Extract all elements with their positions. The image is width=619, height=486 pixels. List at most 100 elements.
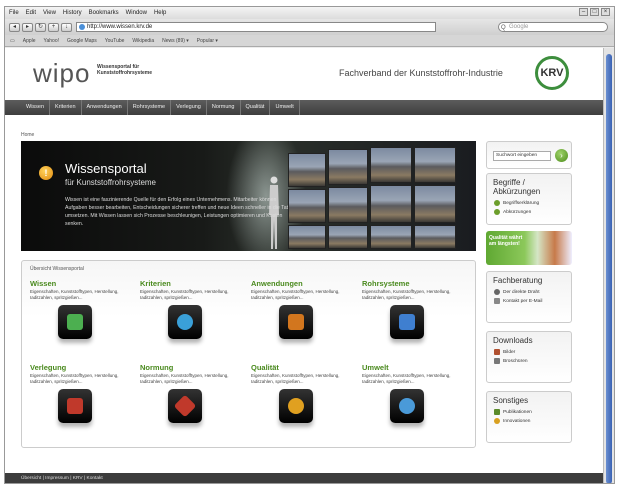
nav-anwendungen[interactable]: Anwendungen — [82, 100, 128, 115]
breadcrumb[interactable]: Home — [21, 132, 34, 138]
maximize-icon[interactable]: □ — [590, 8, 599, 16]
category-wissen[interactable]: Wissen Eigenschaften, Kunststofftypen, H… — [30, 279, 140, 359]
link-images[interactable]: Bilder — [487, 348, 571, 357]
address-bar[interactable]: http://www.wissen.krv.de — [76, 22, 436, 32]
quality-banner[interactable]: Qualität währt am längsten! — [486, 231, 572, 265]
site-icon — [79, 24, 85, 30]
link-email-contact[interactable]: Kontakt per E-Mail — [487, 297, 571, 306]
nav-rohrsysteme[interactable]: Rohrsysteme — [128, 100, 172, 115]
category-desc: Eigenschaften, Kunststofftypen, Herstell… — [140, 373, 229, 384]
logo-subtitle-line2: Kunststoffrohrsysteme — [97, 70, 153, 76]
misc-title: Sonstiges — [493, 396, 529, 405]
web-page: wipo Wissensportal für Kunststoffrohrsys… — [5, 48, 605, 483]
link-label: Broschüren — [503, 359, 528, 364]
bookmark-news[interactable]: News (89) ▾ — [162, 38, 189, 44]
close-icon[interactable]: × — [601, 8, 610, 16]
link-label: Abkürzungen — [503, 210, 532, 215]
back-icon[interactable]: ◂ — [9, 22, 20, 32]
bookmark-popular[interactable]: Popular ▾ — [197, 38, 218, 44]
search-go-icon[interactable]: › — [555, 149, 568, 162]
menu-file[interactable]: File — [9, 10, 19, 16]
link-direct-line[interactable]: Der direkte Draht — [487, 288, 571, 297]
hero-text: Wissen ist eine faszinierende Quelle für… — [65, 197, 289, 227]
category-title[interactable]: Qualität — [251, 363, 361, 372]
category-verlegung[interactable]: Verlegung Eigenschaften, Kunststofftypen… — [30, 363, 140, 443]
menu-history[interactable]: History — [63, 10, 82, 16]
vertical-scrollbar[interactable] — [603, 48, 614, 483]
category-rohrsysteme[interactable]: Rohrsysteme Eigenschaften, Kunststofftyp… — [362, 279, 472, 359]
site-footer[interactable]: Übersicht | Impressum | KRV | Kontakt — [5, 473, 605, 483]
link-brochures[interactable]: Broschüren — [487, 357, 571, 366]
scrollbar-thumb[interactable] — [606, 54, 612, 483]
bookmark-wikipedia[interactable]: Wikipedia — [132, 38, 154, 44]
link-label: Der direkte Draht — [503, 290, 540, 295]
category-title[interactable]: Verlegung — [30, 363, 140, 372]
link-publications[interactable]: Publikationen — [487, 408, 571, 417]
info-icon: ! — [39, 166, 53, 180]
category-title[interactable]: Normung — [140, 363, 250, 372]
browser-search-input[interactable]: Q Google — [498, 22, 608, 32]
category-desc: Eigenschaften, Kunststofftypen, Herstell… — [140, 289, 229, 300]
main-nav: Wissen Kriterien Anwendungen Rohrsysteme… — [5, 100, 605, 115]
krv-logo[interactable]: KRV — [535, 56, 569, 90]
nav-qualitaet[interactable]: Qualität — [241, 100, 271, 115]
browser-toolbar: ◂ ▸ ↻ + ↓ http://www.wissen.krv.de Q Goog… — [5, 19, 614, 35]
terms-title: Begriffe / Abkürzungen — [493, 178, 541, 196]
standards-icon[interactable] — [168, 389, 202, 423]
earth-icon[interactable] — [390, 389, 424, 423]
browser-window: File Edit View History Bookmarks Window … — [4, 6, 615, 484]
nav-umwelt[interactable]: Umwelt — [270, 100, 300, 115]
nav-wissen[interactable]: Wissen — [21, 100, 51, 115]
nav-kriterien[interactable]: Kriterien — [50, 100, 82, 115]
category-normung[interactable]: Normung Eigenschaften, Kunststofftypen, … — [140, 363, 250, 443]
menu-bookmarks[interactable]: Bookmarks — [89, 10, 119, 16]
bookmark-youtube[interactable]: YouTube — [105, 38, 125, 44]
advice-box: Fachberatung Der direkte Draht Kontakt p… — [486, 271, 572, 323]
house-icon[interactable] — [279, 305, 313, 339]
terms-box: Begriffe / Abkürzungen Begriffserklärung… — [486, 173, 572, 225]
window-controls: – □ × — [579, 8, 610, 16]
category-desc: Eigenschaften, Kunststofftypen, Herstell… — [362, 373, 451, 384]
banner-text: Qualität währt am längsten! — [489, 235, 523, 247]
category-kriterien[interactable]: Kriterien Eigenschaften, Kunststofftypen… — [140, 279, 250, 359]
menu-edit[interactable]: Edit — [26, 10, 36, 16]
globe-icon[interactable] — [168, 305, 202, 339]
reload-icon[interactable]: ↻ — [35, 22, 46, 32]
category-title[interactable]: Rohrsysteme — [362, 279, 472, 288]
bookmark-apple[interactable]: Apple — [23, 38, 36, 44]
tools-icon[interactable] — [58, 389, 92, 423]
category-desc: Eigenschaften, Kunststofftypen, Herstell… — [251, 289, 340, 300]
minimize-icon[interactable]: – — [579, 8, 588, 16]
add-bookmark-icon[interactable]: + — [48, 22, 59, 32]
link-abbreviations[interactable]: Abkürzungen — [487, 208, 571, 217]
category-qualitaet[interactable]: Qualität Eigenschaften, Kunststofftypen,… — [251, 363, 361, 443]
nav-normung[interactable]: Normung — [207, 100, 241, 115]
bookmark-yahoo[interactable]: Yahoo! — [44, 38, 59, 44]
category-title[interactable]: Wissen — [30, 279, 140, 288]
menu-window[interactable]: Window — [126, 10, 147, 16]
advice-title: Fachberatung — [493, 276, 543, 285]
link-innovations[interactable]: Innovationen — [487, 417, 571, 426]
category-title[interactable]: Umwelt — [362, 363, 472, 372]
category-umwelt[interactable]: Umwelt Eigenschaften, Kunststofftypen, H… — [362, 363, 472, 443]
link-label: Begriffserklärung — [503, 201, 540, 206]
book-icon[interactable] — [58, 305, 92, 339]
menu-help[interactable]: Help — [154, 10, 166, 16]
category-anwendungen[interactable]: Anwendungen Eigenschaften, Kunststofftyp… — [251, 279, 361, 359]
overview-panel: Übersicht Wissensportal Wissen Eigenscha… — [21, 260, 476, 448]
category-title[interactable]: Kriterien — [140, 279, 250, 288]
wipo-logo[interactable]: wipo — [33, 58, 90, 89]
downloads-box: Downloads Bilder Broschüren — [486, 331, 572, 383]
menu-view[interactable]: View — [43, 10, 56, 16]
link-glossary[interactable]: Begriffserklärung — [487, 199, 571, 208]
forward-icon[interactable]: ▸ — [22, 22, 33, 32]
site-search-input[interactable]: Suchwort eingeben — [493, 151, 551, 161]
download-icon[interactable]: ↓ — [61, 22, 72, 32]
nav-verlegung[interactable]: Verlegung — [171, 100, 207, 115]
category-title[interactable]: Anwendungen — [251, 279, 361, 288]
pipe-icon[interactable] — [390, 305, 424, 339]
hero-banner: ! Wissensportal für Kunststoffrohrsystem… — [21, 141, 476, 251]
bookmark-google-maps[interactable]: Google Maps — [67, 38, 97, 44]
medal-icon[interactable] — [279, 389, 313, 423]
show-all-bookmarks-icon[interactable]: ▭ — [10, 38, 15, 44]
